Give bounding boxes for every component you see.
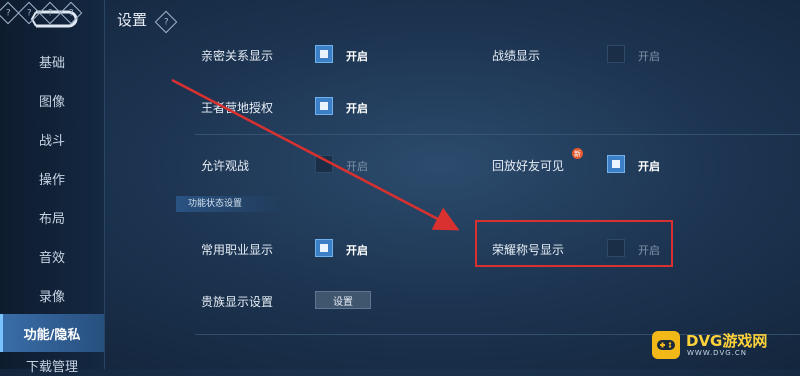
watermark-name: DVG游戏网 <box>686 332 768 350</box>
red-arrow-icon <box>171 78 460 231</box>
gamepad-icon <box>652 331 680 359</box>
watermark-logo: DVG游戏网 WWW.DVG.CN <box>652 327 788 363</box>
watermark-url: WWW.DVG.CN <box>687 349 748 357</box>
